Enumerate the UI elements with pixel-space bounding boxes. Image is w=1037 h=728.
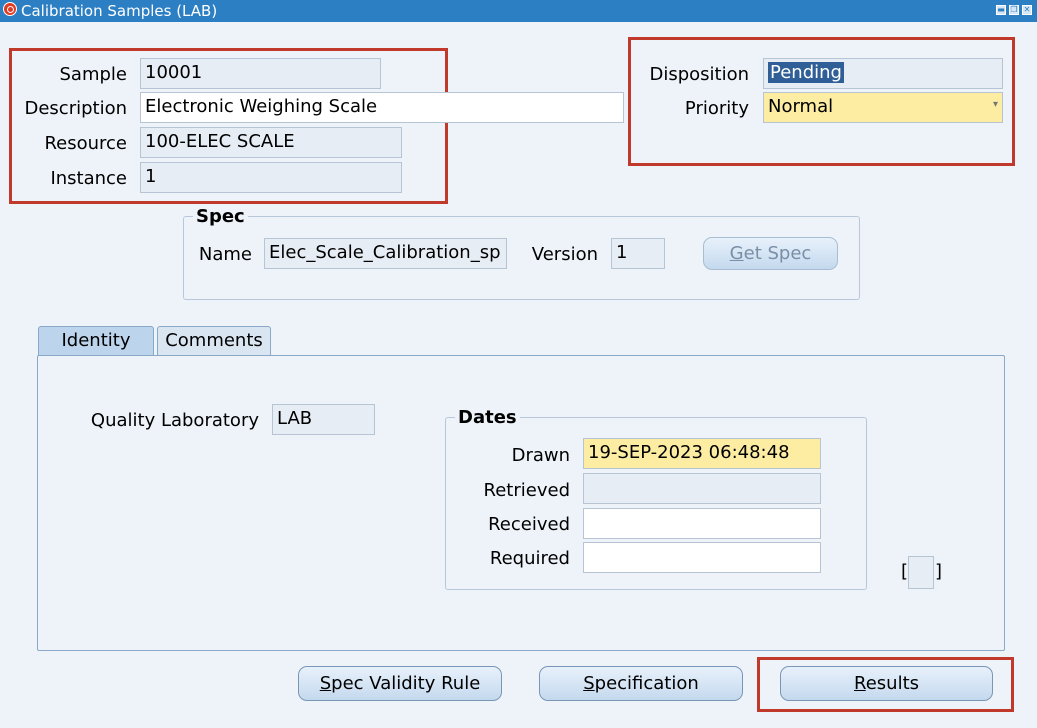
flexfield-bracket-right: ]	[935, 561, 943, 582]
quality-lab-field[interactable]: LAB	[272, 404, 375, 435]
close-icon[interactable]: ✕	[1022, 5, 1032, 15]
sample-label: Sample	[59, 64, 128, 85]
retrieved-field[interactable]	[583, 473, 821, 504]
priority-select[interactable]: Normal ▾	[763, 92, 1003, 123]
maximize-icon[interactable]: ❐	[1009, 5, 1019, 15]
disposition-value: Pending	[768, 62, 844, 83]
drawn-label: Drawn	[511, 445, 570, 466]
required-label: Required	[489, 548, 570, 569]
received-label: Received	[488, 514, 570, 535]
spec-group-title: Spec	[193, 206, 248, 227]
instance-field[interactable]: 1	[140, 162, 402, 193]
dates-group-title: Dates	[455, 407, 520, 428]
spec-version-label: Version	[531, 244, 598, 265]
priority-value: Normal	[768, 96, 834, 117]
results-button[interactable]: Results	[780, 666, 993, 701]
spec-name-field[interactable]: Elec_Scale_Calibration_sp	[264, 238, 507, 269]
spec-version-field[interactable]: 1	[611, 238, 665, 269]
instance-label: Instance	[50, 168, 127, 189]
drawn-field[interactable]: 19-SEP-2023 06:48:48	[583, 438, 821, 469]
description-label: Description	[24, 98, 127, 119]
priority-label: Priority	[684, 98, 749, 119]
flexfield-bracket-left: [	[901, 561, 909, 582]
get-spec-button[interactable]: Get Spec	[703, 237, 838, 270]
flexfield-input[interactable]	[908, 556, 934, 589]
sample-field[interactable]: 10001	[140, 58, 381, 89]
window-title: Calibration Samples (LAB)	[21, 2, 218, 20]
tab-comments[interactable]: Comments	[157, 326, 271, 356]
minimize-icon[interactable]: ▬	[996, 5, 1006, 15]
description-field[interactable]: Electronic Weighing Scale	[140, 92, 624, 123]
retrieved-label: Retrieved	[483, 480, 570, 501]
chevron-down-icon[interactable]: ▾	[993, 99, 998, 110]
disposition-label: Disposition	[649, 64, 749, 85]
spec-name-label: Name	[198, 244, 252, 265]
oracle-app-icon	[3, 2, 17, 16]
received-field[interactable]	[583, 508, 821, 539]
required-field[interactable]	[583, 542, 821, 573]
resource-field[interactable]: 100-ELEC SCALE	[140, 127, 402, 158]
resource-label: Resource	[44, 133, 127, 154]
quality-lab-label: Quality Laboratory	[90, 410, 259, 431]
specification-button[interactable]: Specification	[539, 666, 743, 701]
tab-identity[interactable]: Identity	[38, 326, 154, 356]
spec-validity-rule-button[interactable]: Spec Validity Rule	[298, 666, 502, 701]
disposition-field[interactable]: Pending	[763, 58, 1003, 89]
